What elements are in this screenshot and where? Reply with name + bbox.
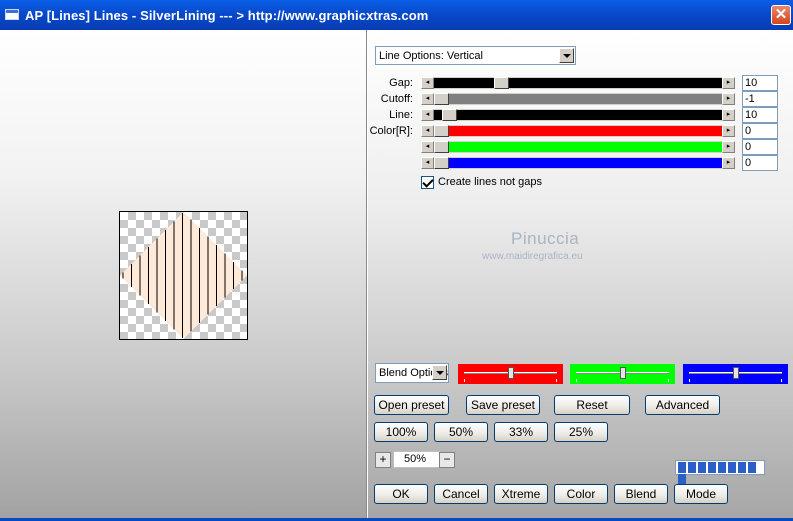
title-bar: AP [Lines] Lines - SilverLining --- > ht… [0, 0, 793, 30]
color-g-thumb[interactable] [434, 141, 449, 153]
blend-button[interactable]: Blend [614, 484, 668, 504]
save-preset-button[interactable]: Save preset [466, 395, 540, 415]
gap-slider[interactable]: ◂ ▸ [421, 77, 735, 89]
blend-options-dropdown[interactable]: Blend Options [375, 363, 449, 383]
cutoff-track[interactable] [434, 94, 722, 104]
progress-indicator [675, 460, 765, 485]
left-arrow-icon[interactable]: ◂ [421, 141, 434, 153]
cutoff-label: Cutoff: [380, 93, 413, 105]
advanced-button[interactable]: Advanced [645, 395, 720, 415]
color-g-value[interactable]: 0 [742, 139, 778, 155]
blend-red-slider[interactable] [458, 364, 563, 384]
ok-button[interactable]: OK [374, 484, 428, 504]
chevron-down-icon[interactable] [432, 365, 447, 380]
color-r-label: Color[R]: [369, 125, 413, 137]
cutoff-value[interactable]: -1 [742, 91, 778, 107]
left-arrow-icon[interactable]: ◂ [421, 157, 434, 169]
cutoff-thumb[interactable] [434, 93, 449, 105]
line-thumb[interactable] [442, 109, 458, 121]
open-preset-button[interactable]: Open preset [374, 395, 449, 415]
create-lines-checkbox[interactable] [421, 176, 434, 189]
progress-segment [718, 462, 726, 473]
color-g-slider[interactable]: ◂ ▸ [421, 141, 735, 153]
color-r-thumb[interactable] [434, 125, 449, 137]
diamond-shape [120, 212, 247, 339]
left-arrow-icon[interactable]: ◂ [421, 93, 434, 105]
blend-red-thumb[interactable] [507, 367, 514, 379]
color-r-slider[interactable]: ◂ ▸ [421, 125, 735, 137]
gap-value[interactable]: 10 [742, 75, 778, 91]
line-slider[interactable]: ◂ ▸ [421, 109, 735, 121]
gap-label: Gap: [389, 77, 413, 89]
zoom-100-button[interactable]: 100% [374, 422, 428, 442]
zoom-33-button[interactable]: 33% [494, 422, 548, 442]
reset-button[interactable]: Reset [554, 395, 630, 415]
app-window-icon [5, 9, 19, 20]
right-arrow-icon[interactable]: ▸ [722, 77, 735, 89]
color-button[interactable]: Color [554, 484, 608, 504]
progress-segment [748, 462, 756, 473]
progress-segment [708, 462, 716, 473]
color-b-thumb[interactable] [434, 157, 449, 169]
cancel-button[interactable]: Cancel [434, 484, 488, 504]
progress-segment [698, 462, 706, 473]
watermark-url: www.maidiregrafica.eu [482, 251, 583, 262]
zoom-field[interactable]: 50% [393, 451, 440, 468]
progress-segment [738, 462, 746, 473]
preview-image[interactable] [119, 211, 248, 340]
right-arrow-icon[interactable]: ▸ [722, 125, 735, 137]
gap-thumb[interactable] [494, 77, 510, 89]
xtreme-button[interactable]: Xtreme [494, 484, 548, 504]
preview-graphic [120, 212, 247, 339]
color-b-slider[interactable]: ◂ ▸ [421, 157, 735, 169]
line-label: Line: [389, 109, 413, 121]
zoom-out-button[interactable]: − [439, 452, 455, 468]
line-value[interactable]: 10 [742, 107, 778, 123]
left-arrow-icon[interactable]: ◂ [421, 109, 434, 121]
color-b-track[interactable] [434, 158, 722, 168]
cutoff-slider[interactable]: ◂ ▸ [421, 93, 735, 105]
color-b-value[interactable]: 0 [742, 155, 778, 171]
color-r-track[interactable] [434, 126, 722, 136]
watermark-name: Pinuccia [511, 229, 580, 248]
right-arrow-icon[interactable]: ▸ [722, 93, 735, 105]
right-arrow-icon[interactable]: ▸ [722, 109, 735, 121]
zoom-in-button[interactable]: + [375, 452, 391, 468]
zoom-25-button[interactable]: 25% [554, 422, 608, 442]
progress-segment [688, 462, 696, 473]
chevron-down-icon[interactable] [559, 48, 574, 63]
line-options-value: Line Options: Vertical [379, 50, 483, 62]
line-track[interactable] [434, 110, 722, 120]
right-arrow-icon[interactable]: ▸ [722, 141, 735, 153]
left-arrow-icon[interactable]: ◂ [421, 77, 434, 89]
blend-green-thumb[interactable] [619, 367, 626, 379]
progress-segment [678, 462, 686, 473]
create-lines-label[interactable]: Create lines not gaps [438, 176, 542, 188]
right-arrow-icon[interactable]: ▸ [722, 157, 735, 169]
blend-blue-slider[interactable] [683, 364, 788, 384]
color-g-track[interactable] [434, 142, 722, 152]
blend-green-slider[interactable] [570, 364, 675, 384]
close-button[interactable]: ✕ [771, 5, 791, 25]
window-title: AP [Lines] Lines - SilverLining --- > ht… [25, 8, 429, 23]
line-options-dropdown[interactable]: Line Options: Vertical [375, 46, 576, 65]
left-arrow-icon[interactable]: ◂ [421, 125, 434, 137]
mode-button[interactable]: Mode [674, 484, 728, 504]
blend-blue-thumb[interactable] [732, 367, 739, 379]
color-r-value[interactable]: 0 [742, 123, 778, 139]
zoom-50-button[interactable]: 50% [434, 422, 488, 442]
gap-track[interactable] [434, 78, 722, 88]
progress-segment [728, 462, 736, 473]
